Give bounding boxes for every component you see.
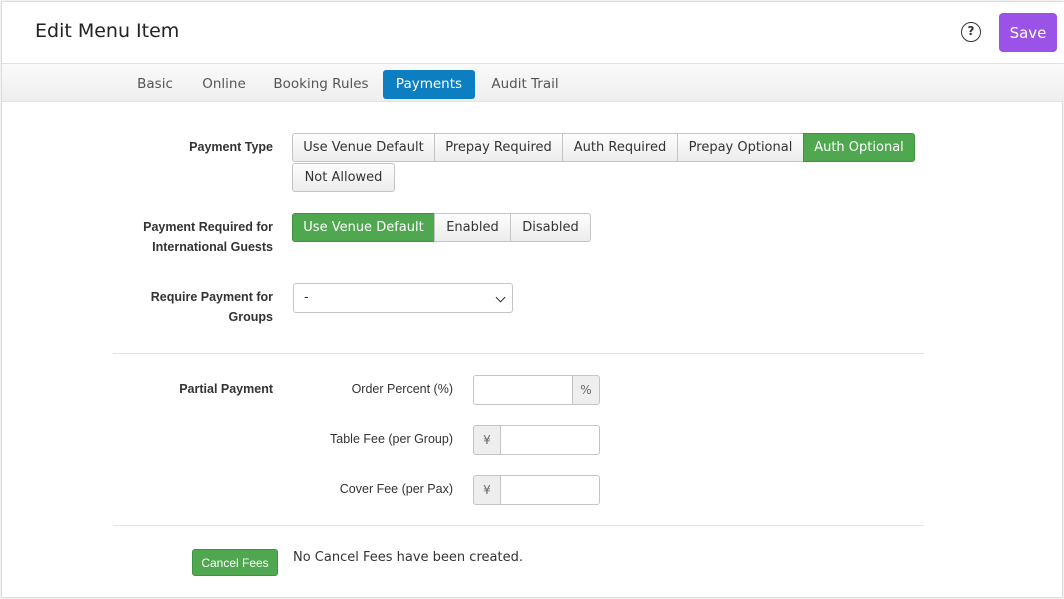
payment-type-use-venue-default[interactable]: Use Venue Default [292,133,435,162]
require-payment-groups-select[interactable]: - [293,283,513,313]
percent-addon: % [572,375,600,405]
tab-payments[interactable]: Payments [383,70,475,99]
chevron-down-icon [495,292,506,303]
section-divider [113,353,924,354]
table-fee-currency-addon: ¥ [473,425,501,455]
groups-select-value: - [304,290,309,305]
international-disabled[interactable]: Disabled [510,213,591,242]
table-fee-label: Table Fee (per Group) [330,432,453,446]
order-percent-label: Order Percent (%) [351,382,453,396]
page-title: Edit Menu Item [35,20,180,42]
edit-menu-item-panel: Edit Menu Item ? Save Basic Online Booki… [1,1,1064,598]
cancel-fees-empty-text: No Cancel Fees have been created. [293,550,523,565]
section-divider [113,525,924,526]
payment-type-prepay-optional[interactable]: Prepay Optional [677,133,804,162]
tab-booking-rules[interactable]: Booking Rules [266,70,376,99]
payment-type-auth-optional[interactable]: Auth Optional [803,133,915,162]
groups-label-line2: Groups [228,310,273,324]
international-use-venue-default[interactable]: Use Venue Default [292,213,435,242]
payment-type-auth-required[interactable]: Auth Required [562,133,678,162]
save-button[interactable]: Save [999,13,1057,52]
cover-fee-input[interactable] [500,475,600,505]
groups-label-line1: Require Payment for [150,290,273,304]
payment-type-not-allowed[interactable]: Not Allowed [292,163,395,192]
cover-fee-label: Cover Fee (per Pax) [339,482,453,496]
cancel-fees-button[interactable]: Cancel Fees [192,549,278,576]
help-icon[interactable]: ? [961,22,981,42]
international-guests-label-line2: International Guests [152,240,273,254]
page-header: Edit Menu Item ? Save [2,2,1064,63]
partial-payment-label: Partial Payment [179,382,273,396]
tab-online[interactable]: Online [195,70,253,99]
cover-fee-currency-addon: ¥ [473,475,501,505]
order-percent-input[interactable] [473,375,573,405]
international-enabled[interactable]: Enabled [434,213,511,242]
payment-type-prepay-required[interactable]: Prepay Required [434,133,563,162]
tab-bar: Basic Online Booking Rules Payments Audi… [2,63,1064,102]
payment-type-label: Payment Type [189,140,273,154]
tab-basic[interactable]: Basic [126,70,184,99]
international-guests-label-line1: Payment Required for [143,220,273,234]
tab-audit-trail[interactable]: Audit Trail [484,70,566,99]
table-fee-input[interactable] [500,425,600,455]
